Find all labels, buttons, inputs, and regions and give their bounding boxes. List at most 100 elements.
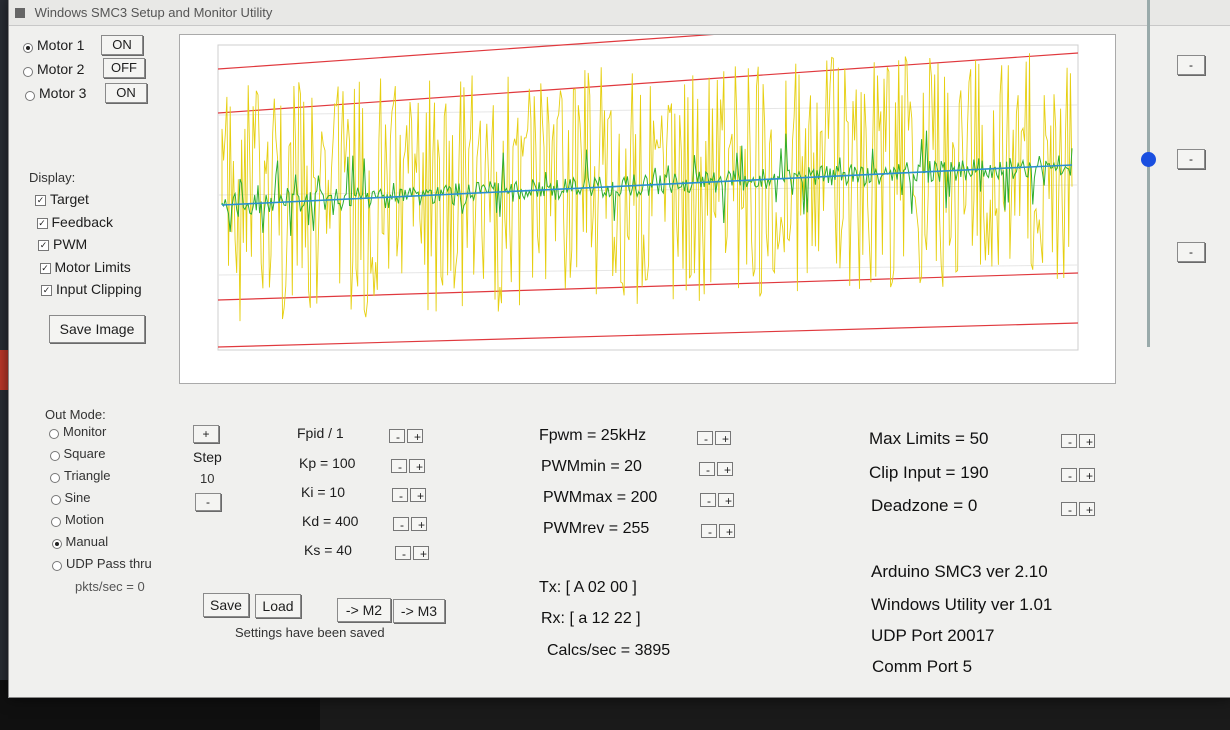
motor-2-label: Motor 2 <box>37 61 85 77</box>
save-image-button[interactable]: Save Image <box>49 315 145 343</box>
out-mode-motion-radio[interactable] <box>51 517 61 527</box>
side-button-top[interactable]: - <box>1177 55 1205 75</box>
pwm-fpwm-25khz-label: Fpwm = 25kHz <box>539 427 647 444</box>
step-label: Step <box>193 449 222 465</box>
out-mode-udp-pass-thru-label: UDP Pass thru <box>66 556 152 571</box>
display-motor-limits-label: Motor Limits <box>54 258 131 275</box>
step-minus-button[interactable]: - <box>195 493 221 511</box>
pid-4-plus-button[interactable]: + <box>413 546 429 561</box>
settings-status: Settings have been saved <box>235 625 385 640</box>
display-target-checkbox[interactable]: ✓ <box>35 195 46 206</box>
rx-readout: Rx: [ a 12 22 ] <box>541 610 641 627</box>
out-mode-manual-label: Manual <box>65 534 109 549</box>
pid-fpid-1-label: Fpid / 1 <box>297 425 344 441</box>
pwm-0-plus-button[interactable]: + <box>715 431 731 446</box>
tx-readout: Tx: [ A 02 00 ] <box>539 579 637 596</box>
pid-2-plus-button[interactable]: + <box>410 488 426 503</box>
pwm-3-plus-button[interactable]: + <box>719 524 735 539</box>
pwm-pwmmin-20-label: PWMmin = 20 <box>541 458 642 475</box>
pwm-pwmrev-255-label: PWMrev = 255 <box>543 520 650 537</box>
out-mode-square-label: Square <box>63 446 106 461</box>
display-feedback-checkbox[interactable]: ✓ <box>36 217 48 229</box>
side-button-bottom[interactable]: - <box>1177 242 1205 262</box>
pid-2-minus-button[interactable]: - <box>392 488 408 503</box>
pid-4-minus-button[interactable]: - <box>395 546 411 561</box>
motor-1-radio[interactable] <box>23 43 33 53</box>
out-mode-monitor-radio[interactable] <box>49 429 59 439</box>
out-mode-heading: Out Mode: <box>45 407 106 422</box>
pid-kp-100-label: Kp = 100 <box>299 455 356 471</box>
limit-1-minus-button[interactable]: - <box>1061 468 1077 483</box>
pid-3-minus-button[interactable]: - <box>393 517 409 532</box>
chart-plot <box>217 35 1079 351</box>
out-mode-triangle-radio[interactable] <box>50 473 60 483</box>
display-pwm-checkbox[interactable]: ✓ <box>38 240 49 251</box>
display-feedback-label: Feedback <box>51 213 113 230</box>
window-title: Windows SMC3 Setup and Monitor Utility <box>34 5 273 20</box>
arduino-version: Arduino SMC3 ver 2.10 <box>871 562 1048 581</box>
out-mode-square-radio[interactable] <box>49 451 60 461</box>
out-mode-sine-label: Sine <box>64 490 91 505</box>
smc3-window: Windows SMC3 Setup and Monitor Utility M… <box>8 0 1230 698</box>
pwm-0-minus-button[interactable]: - <box>697 431 713 446</box>
udp-port: UDP Port 20017 <box>871 626 995 645</box>
position-slider-thumb[interactable] <box>1141 152 1156 167</box>
pwm-trace <box>221 53 1073 322</box>
motor-3-toggle-button[interactable]: ON <box>105 83 147 103</box>
pwm-1-plus-button[interactable]: + <box>717 462 733 477</box>
out-mode-sine-radio[interactable] <box>50 495 61 505</box>
pwm-3-minus-button[interactable]: - <box>701 524 717 539</box>
pid-1-plus-button[interactable]: + <box>409 459 425 474</box>
out-mode-triangle-label: Triangle <box>64 468 111 483</box>
out-mode-motion-label: Motion <box>65 512 105 527</box>
pid-kd-400-label: Kd = 400 <box>302 513 359 529</box>
utility-version: Windows Utility ver 1.01 <box>871 595 1053 614</box>
motor-3-radio[interactable] <box>25 91 35 101</box>
limit-2-plus-button[interactable]: + <box>1079 502 1095 517</box>
comm-port: Comm Port 5 <box>872 657 973 676</box>
copy-to-m2-button[interactable]: -> M2 <box>337 598 391 622</box>
limit-line-bottom-inner <box>217 272 1079 301</box>
limit-line-top-outer <box>217 35 714 70</box>
motor-2-toggle-button[interactable]: OFF <box>103 58 145 78</box>
save-button[interactable]: Save <box>203 593 249 617</box>
display-input-clipping-checkbox[interactable]: ✓ <box>41 285 52 296</box>
limit-clip-input-190-label: Clip Input = 190 <box>869 463 989 482</box>
app-icon <box>15 8 25 18</box>
motor-1-toggle-button[interactable]: ON <box>101 35 143 55</box>
display-motor-limits-checkbox[interactable]: ✓ <box>39 262 51 274</box>
motor-2-radio[interactable] <box>23 67 33 77</box>
limit-2-minus-button[interactable]: - <box>1061 502 1077 517</box>
load-button[interactable]: Load <box>255 594 301 618</box>
grid-line <box>217 104 1079 116</box>
limit-max-limits-50-label: Max Limits = 50 <box>869 429 989 448</box>
motor-3-label: Motor 3 <box>39 85 87 101</box>
position-slider-track[interactable] <box>1147 0 1150 347</box>
limit-0-plus-button[interactable]: + <box>1079 434 1095 449</box>
pwm-1-minus-button[interactable]: - <box>699 462 715 477</box>
out-mode-manual-radio[interactable] <box>51 539 62 549</box>
copy-to-m3-button[interactable]: -> M3 <box>393 599 445 623</box>
display-pwm-label: PWM <box>53 236 88 252</box>
display-target-label: Target <box>50 191 89 207</box>
pkts-per-sec: pkts/sec = 0 <box>75 579 145 594</box>
pwm-2-minus-button[interactable]: - <box>700 493 716 508</box>
step-plus-button[interactable]: + <box>193 425 219 443</box>
pwm-pwmmax-200-label: PWMmax = 200 <box>543 489 658 506</box>
pid-0-minus-button[interactable]: - <box>389 429 405 444</box>
limit-1-plus-button[interactable]: + <box>1079 468 1095 483</box>
limit-deadzone-0-label: Deadzone = 0 <box>871 496 978 515</box>
limit-line-top-inner <box>217 52 1079 114</box>
motor-1-label: Motor 1 <box>37 37 85 53</box>
side-button-middle[interactable]: - <box>1177 149 1205 169</box>
monitor-chart <box>179 34 1116 384</box>
pid-3-plus-button[interactable]: + <box>411 517 427 532</box>
limit-0-minus-button[interactable]: - <box>1061 434 1077 449</box>
pid-0-plus-button[interactable]: + <box>407 429 423 444</box>
pid-ks-40-label: Ks = 40 <box>304 542 352 558</box>
pid-ki-10-label: Ki = 10 <box>301 484 345 500</box>
out-mode-udp-pass-thru-radio[interactable] <box>52 561 62 571</box>
display-input-clipping-label: Input Clipping <box>56 281 142 297</box>
pid-1-minus-button[interactable]: - <box>391 459 407 474</box>
pwm-2-plus-button[interactable]: + <box>718 493 734 508</box>
